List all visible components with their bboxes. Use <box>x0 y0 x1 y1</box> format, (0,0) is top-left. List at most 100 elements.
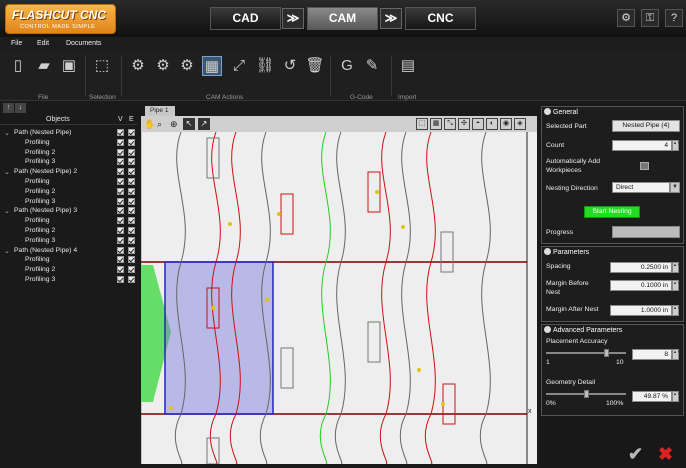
enabled-checkbox[interactable] <box>128 168 135 176</box>
select-icon[interactable]: ⬚ <box>92 56 112 76</box>
enabled-checkbox[interactable] <box>128 227 135 234</box>
view-extents-icon[interactable]: ⬚ <box>416 118 428 130</box>
menu-file[interactable]: File <box>11 40 22 47</box>
mode-cnc-button[interactable]: CNC <box>405 7 476 30</box>
enabled-checkbox[interactable] <box>128 158 135 166</box>
link-icon[interactable]: ⛓ <box>255 56 275 76</box>
spacing-input[interactable]: 0.2500 in <box>610 262 672 273</box>
visible-checkbox[interactable] <box>117 178 124 185</box>
view-material-icon[interactable]: ◐ <box>486 118 498 130</box>
tree-operation-row[interactable]: Profiling 3 <box>0 197 138 207</box>
mode-cad-button[interactable]: CAD <box>210 7 281 30</box>
enabled-checkbox[interactable] <box>128 276 135 283</box>
zoom-fit-icon[interactable]: ⊕ <box>170 119 181 129</box>
enabled-checkbox[interactable] <box>128 178 135 185</box>
menu-documents[interactable]: Documents <box>66 40 101 47</box>
visible-checkbox[interactable] <box>117 158 124 166</box>
placement-accuracy-input[interactable]: 8 <box>632 349 672 360</box>
tree-path-row[interactable]: ⌄ Path (Nested Pipe) <box>0 128 138 138</box>
import-icon[interactable]: ▤ <box>398 56 418 76</box>
transform-pointer-icon[interactable]: ↗ <box>198 118 210 130</box>
pan-icon[interactable]: ✋ <box>144 119 155 129</box>
visible-checkbox[interactable] <box>117 276 124 283</box>
expand-toggle-icon[interactable]: ⌄ <box>4 129 10 137</box>
visible-checkbox[interactable] <box>117 148 124 156</box>
move-up-button[interactable]: ↑ <box>3 103 14 113</box>
enabled-checkbox[interactable] <box>128 148 135 156</box>
count-stepper[interactable]: ▲▼ <box>672 140 681 151</box>
path-settings-icon[interactable]: ⚙ <box>153 56 173 76</box>
margin-before-input[interactable]: 0.1000 in <box>610 280 672 291</box>
enabled-checkbox[interactable] <box>128 236 135 244</box>
select-pointer-icon[interactable]: ↖ <box>183 118 195 130</box>
enabled-checkbox[interactable] <box>128 217 135 225</box>
move-down-button[interactable]: ↓ <box>15 103 26 113</box>
process-icon[interactable]: ⚙ <box>177 56 197 76</box>
undo-icon[interactable]: ↺ <box>280 56 300 76</box>
tab-pipe-1[interactable]: Pipe 1 <box>145 106 175 116</box>
tree-operation-row[interactable]: Profiling 2 <box>0 187 138 197</box>
advanced-header[interactable]: Advanced Parameters <box>544 326 622 334</box>
parameters-header[interactable]: Parameters <box>544 248 589 256</box>
nesting-direction-select[interactable]: Direct <box>612 182 670 193</box>
gear-icon[interactable]: ⚙ <box>617 9 635 27</box>
tree-operation-row[interactable]: Profiling 3 <box>0 157 138 167</box>
visible-checkbox[interactable] <box>117 236 124 244</box>
count-input[interactable]: 4 <box>612 140 672 151</box>
tree-operation-row[interactable]: Profiling 2 <box>0 148 138 158</box>
general-header[interactable]: General <box>544 108 578 116</box>
view-points-icon[interactable]: ✣ <box>458 118 470 130</box>
tree-operation-row[interactable]: Profiling <box>0 216 138 226</box>
new-file-icon[interactable]: ▯ <box>8 56 28 76</box>
tree-operation-row[interactable]: Profiling 3 <box>0 236 138 246</box>
slider-handle-2[interactable] <box>584 390 589 398</box>
enabled-checkbox[interactable] <box>128 256 135 264</box>
confirm-check-icon[interactable]: ✔ <box>628 444 643 465</box>
tree-operation-row[interactable]: Profiling <box>0 138 138 148</box>
visible-checkbox[interactable] <box>117 129 124 136</box>
enabled-checkbox[interactable] <box>128 197 135 205</box>
view-tool-icon[interactable]: ◓ <box>472 118 484 130</box>
geometry-detail-input[interactable]: 49.87 % <box>632 391 672 402</box>
geometry-detail-stepper[interactable]: ▲▼ <box>672 391 681 402</box>
enabled-checkbox[interactable] <box>128 207 135 215</box>
expand-toggle-icon[interactable]: ⌄ <box>4 168 10 176</box>
key-icon[interactable]: ⚿ <box>641 9 659 27</box>
tree-path-row[interactable]: ⌄ Path (Nested Pipe) 3 <box>0 206 138 216</box>
chevron-down-icon[interactable]: ▼ <box>670 182 680 193</box>
tree-path-row[interactable]: ⌄ Path (Nested Pipe) 4 <box>0 246 138 256</box>
geometry-detail-slider[interactable] <box>546 390 626 398</box>
enabled-checkbox[interactable] <box>128 129 135 136</box>
tree-path-row[interactable]: ⌄ Path (Nested Pipe) 2 <box>0 167 138 177</box>
margin-after-stepper[interactable]: ▲▼ <box>672 305 681 316</box>
cancel-x-icon[interactable]: ✖ <box>658 444 673 465</box>
visible-checkbox[interactable] <box>117 217 124 225</box>
tree-operation-row[interactable]: Profiling 2 <box>0 226 138 236</box>
tree-operation-row[interactable]: Profiling <box>0 177 138 187</box>
tree-operation-row[interactable]: Profiling 2 <box>0 265 138 275</box>
delete-icon[interactable]: 🗑 <box>305 56 325 76</box>
margin-before-stepper[interactable]: ▲▼ <box>672 280 681 291</box>
visible-checkbox[interactable] <box>117 227 124 234</box>
nesting-canvas[interactable]: x <box>141 132 537 464</box>
menu-edit[interactable]: Edit <box>37 40 49 47</box>
view-grid-icon[interactable]: ▦ <box>430 118 442 130</box>
spacing-stepper[interactable]: ▲▼ <box>672 262 681 273</box>
expand-icon[interactable]: ⤢ <box>229 56 249 76</box>
enabled-checkbox[interactable] <box>128 246 135 254</box>
enabled-checkbox[interactable] <box>128 187 135 195</box>
visible-checkbox[interactable] <box>117 207 124 215</box>
view-shade-icon[interactable]: ◉ <box>500 118 512 130</box>
visible-checkbox[interactable] <box>117 138 124 146</box>
margin-after-input[interactable]: 1.0000 in <box>610 305 672 316</box>
save-icon[interactable]: ▣ <box>59 56 79 76</box>
expand-toggle-icon[interactable]: ⌄ <box>4 207 10 215</box>
open-folder-icon[interactable]: ▰ <box>34 56 54 76</box>
visible-checkbox[interactable] <box>117 168 124 176</box>
tree-operation-row[interactable]: Profiling <box>0 255 138 265</box>
enabled-checkbox[interactable] <box>128 138 135 146</box>
placement-accuracy-stepper[interactable]: ▲▼ <box>672 349 681 360</box>
view-paths-icon[interactable]: ⤡ <box>444 118 456 130</box>
visible-checkbox[interactable] <box>117 246 124 254</box>
visible-checkbox[interactable] <box>117 187 124 195</box>
